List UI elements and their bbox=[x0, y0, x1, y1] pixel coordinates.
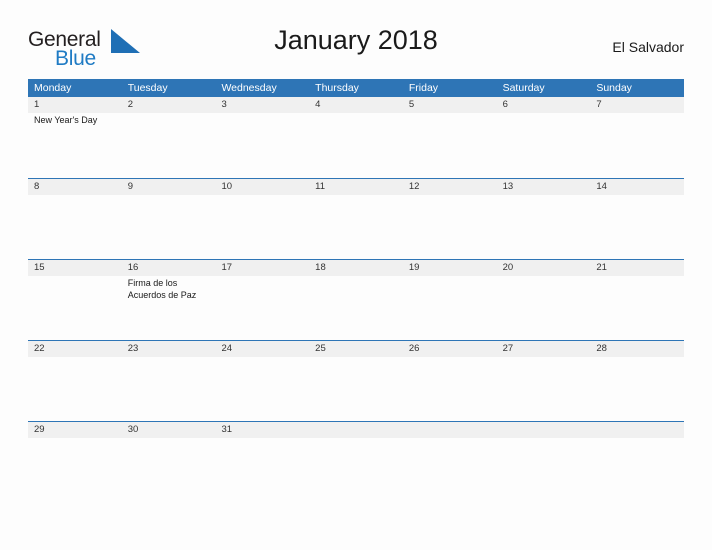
calendar-week-row: 22 23 24 25 26 27 28 bbox=[28, 340, 684, 421]
day-number: 30 bbox=[127, 424, 139, 435]
calendar-day-cell[interactable]: 13 bbox=[497, 179, 591, 259]
weekday-header-wednesday: Wednesday bbox=[221, 82, 277, 94]
day-number: 9 bbox=[127, 181, 134, 192]
calendar-day-cell[interactable]: 18 bbox=[309, 260, 403, 340]
locale-label: El Salvador bbox=[612, 39, 684, 55]
calendar-week-cells: 15 16 Firma de los Acuerdos de Paz 17 18 19 20… bbox=[28, 260, 684, 340]
calendar-week-row: 29 30 31 bbox=[28, 421, 684, 502]
calendar-day-cell-empty bbox=[497, 422, 591, 502]
calendar-day-cell[interactable]: 24 bbox=[215, 341, 309, 421]
day-number: 21 bbox=[596, 262, 607, 273]
calendar-day-cell[interactable]: 5 bbox=[403, 97, 497, 178]
calendar-day-cell[interactable]: 8 bbox=[28, 179, 122, 259]
calendar-day-cell[interactable]: 19 bbox=[403, 260, 497, 340]
calendar-day-cell[interactable]: 12 bbox=[403, 179, 497, 259]
calendar-week-cells: 29 30 31 bbox=[28, 422, 684, 502]
weekday-header-sunday: Sunday bbox=[596, 82, 632, 94]
weekday-header-tuesday: Tuesday bbox=[127, 82, 168, 94]
calendar-week-row: 15 16 Firma de los Acuerdos de Paz 17 18 19 20… bbox=[28, 259, 684, 340]
calendar-day-cell[interactable]: 23 bbox=[122, 341, 216, 421]
calendar-day-cell[interactable]: 28 bbox=[590, 341, 684, 421]
calendar-day-cell[interactable]: 10 bbox=[215, 179, 309, 259]
day-number: 2 bbox=[127, 99, 134, 110]
day-number: 16 bbox=[127, 262, 139, 273]
day-events: Firma de los Acuerdos de Paz bbox=[128, 276, 211, 301]
day-number: 25 bbox=[315, 343, 326, 354]
weekday-header-thursday: Thursday bbox=[315, 82, 359, 94]
calendar-day-cell-empty bbox=[403, 422, 497, 502]
day-number: 13 bbox=[502, 181, 514, 192]
calendar-day-cell[interactable]: 21 bbox=[590, 260, 684, 340]
calendar-day-cell[interactable]: 17 bbox=[215, 260, 309, 340]
page-title: January 2018 bbox=[274, 25, 438, 55]
calendar-day-cell[interactable]: 22 bbox=[28, 341, 122, 421]
day-number: 4 bbox=[315, 99, 321, 110]
day-number: 12 bbox=[408, 181, 420, 192]
calendar-grid: Monday Tuesday Wednesday Thursday Friday… bbox=[28, 79, 684, 502]
calendar-day-cell[interactable]: 26 bbox=[403, 341, 497, 421]
calendar-week-cells: 22 23 24 25 26 27 28 bbox=[28, 341, 684, 421]
calendar-day-cell[interactable]: 4 bbox=[309, 97, 403, 178]
day-number: 24 bbox=[221, 343, 233, 354]
weekday-header-friday: Friday bbox=[408, 82, 439, 94]
day-number: 28 bbox=[596, 343, 607, 354]
calendar-day-cell[interactable]: 9 bbox=[122, 179, 216, 259]
day-number: 29 bbox=[34, 424, 45, 435]
day-number: 1 bbox=[34, 99, 40, 110]
day-number: 14 bbox=[596, 181, 607, 192]
calendar-day-cell[interactable]: 29 bbox=[28, 422, 122, 502]
day-number: 10 bbox=[221, 181, 233, 192]
day-number: 31 bbox=[221, 424, 233, 435]
calendar-day-cell[interactable]: 7 bbox=[590, 97, 684, 178]
holiday-event-label: Firma de los Acuerdos de Paz bbox=[127, 278, 197, 300]
calendar-day-cell[interactable]: 31 bbox=[215, 422, 309, 502]
calendar-week-row: 8 9 10 11 12 13 14 bbox=[28, 178, 684, 259]
weekday-header-monday: Monday bbox=[34, 82, 72, 94]
calendar-day-cell[interactable]: 15 bbox=[28, 260, 122, 340]
day-number: 26 bbox=[408, 343, 420, 354]
calendar-day-cell[interactable]: 3 bbox=[215, 97, 309, 178]
holiday-event-label: New Year's Day bbox=[34, 115, 98, 125]
calendar-day-cell[interactable]: 14 bbox=[590, 179, 684, 259]
day-number: 8 bbox=[34, 181, 40, 192]
page-header: General Blue January 2018 El Salvador bbox=[28, 22, 684, 74]
calendar-week-row: 1 New Year's Day 2 3 4 5 6 7 bbox=[28, 97, 684, 178]
day-number: 6 bbox=[502, 99, 508, 110]
calendar-day-cell[interactable]: 11 bbox=[309, 179, 403, 259]
day-number: 17 bbox=[221, 262, 233, 273]
calendar-day-cell[interactable]: 6 bbox=[497, 97, 591, 178]
weekday-header-row: Monday Tuesday Wednesday Thursday Friday… bbox=[28, 79, 684, 97]
calendar-day-cell-empty bbox=[590, 422, 684, 502]
calendar-weeks: 1 New Year's Day 2 3 4 5 6 7 8 9 10 11 12 13 14 15 16 Fir… bbox=[28, 97, 684, 502]
calendar-day-cell[interactable]: 25 bbox=[309, 341, 403, 421]
calendar-week-cells: 1 New Year's Day 2 3 4 5 6 7 bbox=[28, 97, 684, 178]
weekday-header-saturday: Saturday bbox=[502, 82, 545, 94]
day-number: 19 bbox=[408, 262, 420, 273]
day-number: 11 bbox=[315, 181, 326, 192]
day-number: 7 bbox=[596, 99, 602, 110]
calendar-day-cell[interactable]: 20 bbox=[497, 260, 591, 340]
calendar-day-cell-empty bbox=[309, 422, 403, 502]
day-number: 5 bbox=[408, 99, 415, 110]
calendar-day-cell[interactable]: 16 Firma de los Acuerdos de Paz bbox=[122, 260, 216, 340]
day-number: 23 bbox=[127, 343, 139, 354]
calendar-day-cell[interactable]: 1 New Year's Day bbox=[28, 97, 122, 178]
day-number: 3 bbox=[221, 99, 227, 110]
day-events: New Year's Day bbox=[34, 113, 117, 127]
calendar-day-cell[interactable]: 30 bbox=[122, 422, 216, 502]
day-number: 18 bbox=[315, 262, 326, 273]
calendar-week-cells: 8 9 10 11 12 13 14 bbox=[28, 179, 684, 259]
day-number: 22 bbox=[34, 343, 45, 354]
calendar-day-cell[interactable]: 2 bbox=[122, 97, 216, 178]
calendar-day-cell[interactable]: 27 bbox=[497, 341, 591, 421]
calendar-page: General Blue January 2018 El Salvador Mo… bbox=[0, 0, 712, 550]
day-number: 27 bbox=[502, 343, 514, 354]
day-number: 15 bbox=[34, 262, 45, 273]
day-number: 20 bbox=[502, 262, 514, 273]
